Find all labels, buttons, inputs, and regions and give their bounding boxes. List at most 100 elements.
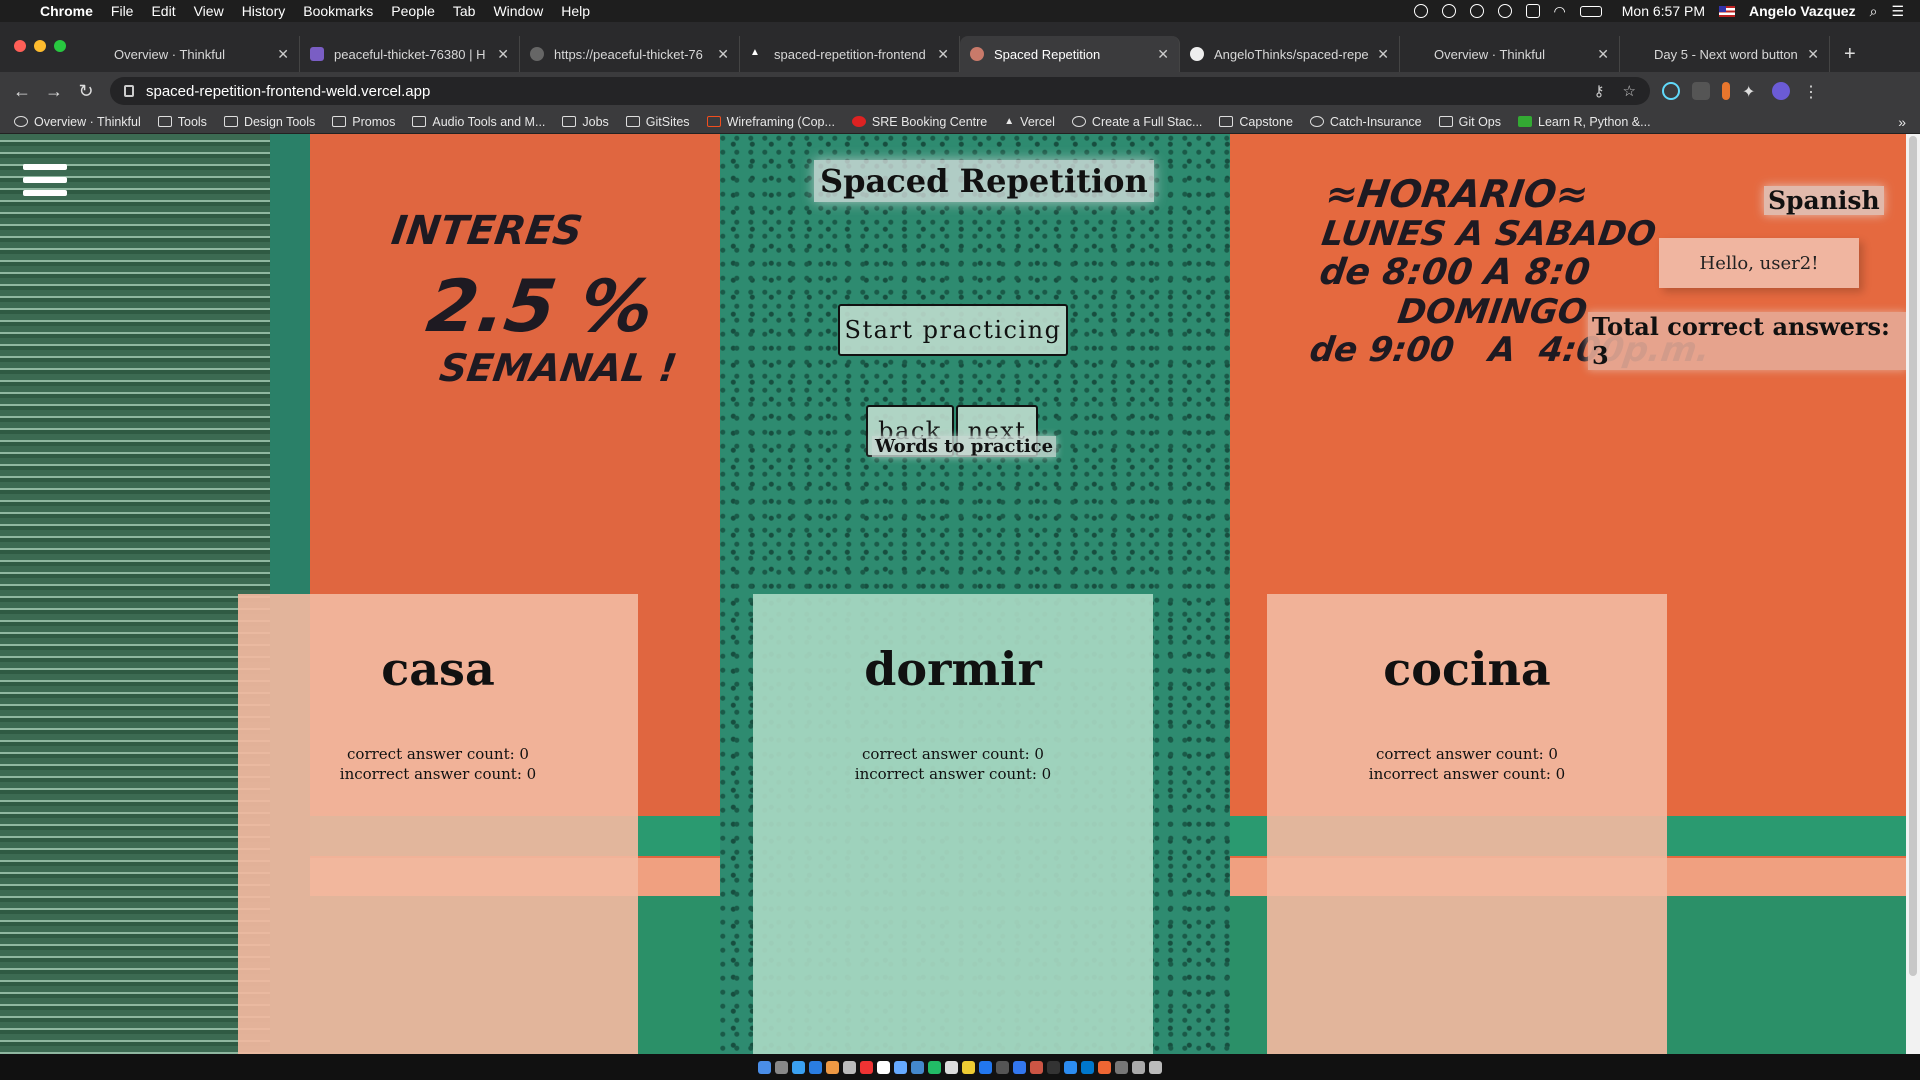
hamburger-menu-icon[interactable] — [23, 164, 67, 203]
app-icon[interactable] — [1047, 1060, 1060, 1074]
check-status-icon[interactable] — [1413, 4, 1428, 18]
word-card[interactable]: casa correct answer count: 0 incorrect a… — [238, 594, 638, 1054]
app-icon[interactable] — [894, 1060, 907, 1074]
app-icon[interactable] — [928, 1060, 941, 1074]
bookmark-folder-audio-tools[interactable]: Audio Tools and M... — [412, 115, 545, 129]
app-store-icon[interactable] — [809, 1060, 822, 1074]
bookmark-wireframing[interactable]: Wireframing (Cop... — [706, 115, 835, 129]
menu-edit[interactable]: Edit — [151, 3, 175, 19]
wifi-icon[interactable]: ◠ — [1554, 3, 1566, 20]
terminal-icon[interactable] — [996, 1060, 1009, 1074]
app-icon[interactable] — [945, 1060, 958, 1074]
lock-icon[interactable] — [124, 85, 134, 97]
bookmark-folder-jobs[interactable]: Jobs — [562, 115, 609, 129]
cloud-status-icon[interactable] — [1441, 4, 1456, 18]
app-icon[interactable] — [1013, 1060, 1026, 1074]
scrollbar-thumb[interactable] — [1909, 136, 1917, 976]
menu-window[interactable]: Window — [493, 3, 543, 19]
minimize-window-button[interactable] — [34, 40, 46, 52]
profile-avatar[interactable] — [1772, 82, 1790, 100]
app-icon[interactable] — [911, 1060, 924, 1074]
zoom-window-button[interactable] — [54, 40, 66, 52]
input-source-flag-icon[interactable] — [1719, 5, 1736, 17]
address-bar[interactable]: spaced-repetition-frontend-weld.vercel.a… — [110, 77, 1650, 105]
sync-status-icon[interactable] — [1497, 4, 1512, 18]
bookmark-sre-booking[interactable]: SRE Booking Centre — [851, 115, 987, 129]
bookmark-folder-git-ops[interactable]: Git Ops — [1438, 115, 1501, 129]
browser-tab[interactable]: Overview · Thinkful ✕ — [80, 36, 300, 72]
close-tab-icon[interactable]: ✕ — [1377, 46, 1389, 63]
start-practicing-button[interactable]: Start practicing — [838, 304, 1068, 356]
trash-icon[interactable] — [1149, 1060, 1162, 1074]
bookmark-create-full-stack[interactable]: Create a Full Stac... — [1071, 115, 1202, 129]
word-card[interactable]: cocina correct answer count: 0 incorrect… — [1267, 594, 1667, 1054]
menubar-clock[interactable]: Mon 6:57 PM — [1622, 3, 1705, 19]
react-devtools-extension-icon[interactable] — [1662, 82, 1680, 100]
calendar-icon[interactable] — [860, 1060, 873, 1074]
bookmark-vercel[interactable]: ▲ Vercel — [1004, 115, 1055, 129]
chrome-menu-icon[interactable]: ⋮ — [1802, 82, 1820, 101]
vscode-icon[interactable] — [979, 1060, 992, 1074]
menu-view[interactable]: View — [194, 3, 224, 19]
app-icon[interactable] — [1115, 1060, 1128, 1074]
airplay-icon[interactable] — [1525, 4, 1540, 18]
menu-bookmarks[interactable]: Bookmarks — [303, 3, 373, 19]
spotlight-search-icon[interactable]: ⌕ — [1870, 3, 1878, 20]
close-tab-icon[interactable]: ✕ — [1807, 46, 1819, 63]
key-icon[interactable]: ⚷ — [1594, 82, 1605, 100]
browser-tab[interactable]: ▲ spaced-repetition-frontend ✕ — [740, 36, 960, 72]
app-icon[interactable] — [962, 1060, 975, 1074]
bookmark-learn-r-python[interactable]: Learn R, Python &... — [1518, 115, 1651, 129]
app-icon[interactable] — [843, 1060, 856, 1074]
zoom-icon[interactable] — [1064, 1060, 1077, 1074]
back-arrow-icon[interactable]: ← — [6, 81, 38, 102]
page-scrollbar[interactable] — [1906, 134, 1920, 1054]
app-icon[interactable] — [1030, 1060, 1043, 1074]
battery-icon[interactable] — [1579, 5, 1602, 17]
menu-file[interactable]: File — [111, 3, 134, 19]
close-tab-icon[interactable]: ✕ — [1157, 46, 1169, 63]
close-tab-icon[interactable]: ✕ — [497, 46, 509, 63]
app-icon[interactable] — [1132, 1060, 1145, 1074]
chrome-icon[interactable] — [826, 1060, 839, 1074]
control-center-icon[interactable]: ☰ — [1891, 3, 1904, 20]
close-tab-icon[interactable]: ✕ — [717, 46, 729, 63]
bookmark-folder-tools[interactable]: Tools — [157, 115, 207, 129]
menu-people[interactable]: People — [391, 3, 435, 19]
music-status-icon[interactable] — [1469, 4, 1484, 18]
app-icon[interactable] — [1098, 1060, 1111, 1074]
launchpad-icon[interactable] — [775, 1060, 788, 1074]
bookmark-folder-capstone[interactable]: Capstone — [1219, 115, 1293, 129]
more-bookmarks-icon[interactable]: » — [1898, 114, 1920, 130]
bookmark-folder-promos[interactable]: Promos — [332, 115, 395, 129]
menu-help[interactable]: Help — [561, 3, 590, 19]
menu-history[interactable]: History — [242, 3, 286, 19]
browser-tab[interactable]: https://peaceful-thicket-76 ✕ — [520, 36, 740, 72]
browser-tab-active[interactable]: Spaced Repetition ✕ — [960, 36, 1180, 72]
close-tab-icon[interactable]: ✕ — [1597, 46, 1609, 63]
new-tab-button[interactable]: + — [1830, 43, 1870, 72]
reload-icon[interactable]: ↻ — [70, 81, 102, 102]
app-icon[interactable] — [1081, 1060, 1094, 1074]
bookmark-star-icon[interactable]: ☆ — [1623, 82, 1636, 100]
browser-tab[interactable]: AngeloThinks/spaced-repe ✕ — [1180, 36, 1400, 72]
menu-tab[interactable]: Tab — [453, 3, 476, 19]
browser-tab[interactable]: Overview · Thinkful ✕ — [1400, 36, 1620, 72]
word-card[interactable]: dormir correct answer count: 0 incorrect… — [753, 594, 1153, 1054]
puzzle-extensions-icon[interactable]: ✦ — [1742, 82, 1760, 101]
bookmark-catch-insurance[interactable]: Catch-Insurance — [1309, 115, 1422, 129]
menubar-user[interactable]: Angelo Vazquez — [1749, 3, 1856, 19]
bookmark-overview-thinkful[interactable]: Overview · Thinkful — [14, 115, 141, 129]
notes-icon[interactable] — [877, 1060, 890, 1074]
extension-icon[interactable] — [1722, 82, 1730, 100]
close-tab-icon[interactable]: ✕ — [277, 46, 289, 63]
forward-arrow-icon[interactable]: → — [38, 81, 70, 102]
browser-tab[interactable]: Day 5 - Next word button | ✕ — [1620, 36, 1830, 72]
safari-icon[interactable] — [792, 1060, 805, 1074]
bookmark-folder-gitsites[interactable]: GitSites — [625, 115, 690, 129]
app-menu-chrome[interactable]: Chrome — [40, 3, 93, 19]
close-window-button[interactable] — [14, 40, 26, 52]
finder-icon[interactable] — [758, 1060, 771, 1074]
bookmark-folder-design-tools[interactable]: Design Tools — [223, 115, 315, 129]
browser-tab[interactable]: peaceful-thicket-76380 | H ✕ — [300, 36, 520, 72]
